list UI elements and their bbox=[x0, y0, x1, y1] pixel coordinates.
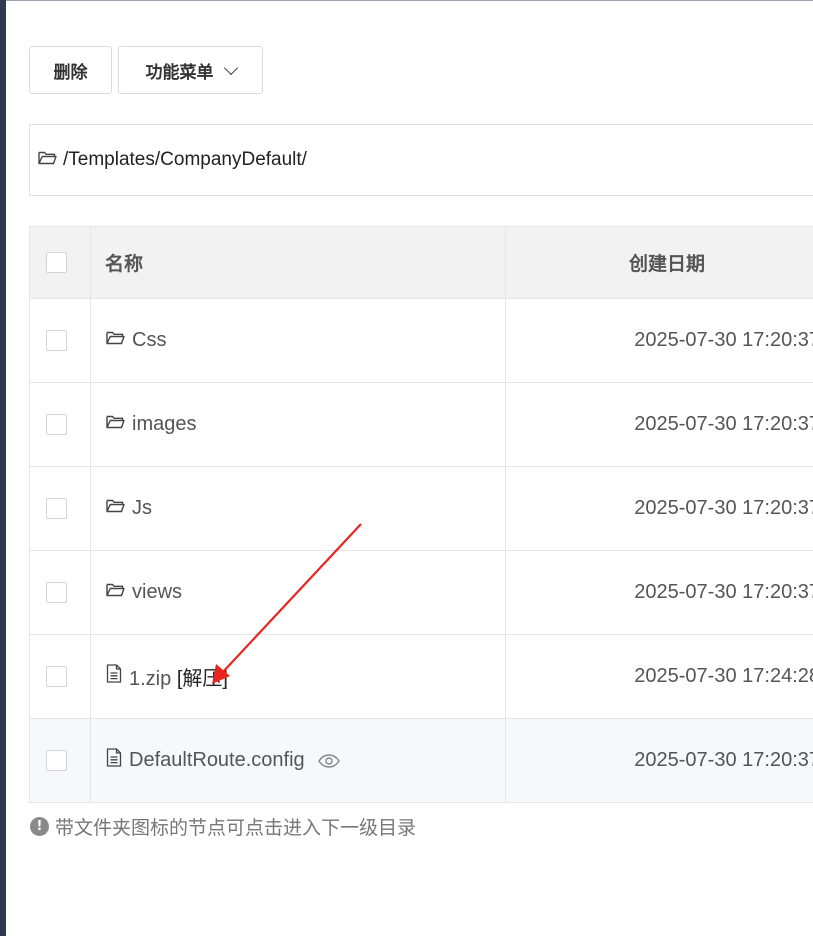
folder-link[interactable]: Css bbox=[132, 329, 166, 352]
name-cell: views bbox=[90, 550, 506, 635]
row-checkbox[interactable] bbox=[46, 666, 67, 687]
breadcrumb: /Templates/CompanyDefault/ bbox=[29, 124, 813, 196]
row-select-cell bbox=[29, 718, 91, 803]
file-name: 1.zip bbox=[129, 668, 172, 690]
folder-link[interactable]: images bbox=[132, 413, 196, 436]
name-cell: DefaultRoute.config bbox=[90, 718, 506, 803]
folder-open-icon bbox=[106, 413, 125, 436]
select-all-checkbox[interactable] bbox=[46, 252, 67, 273]
file-name: DefaultRoute.config bbox=[129, 749, 305, 771]
row-select-cell bbox=[29, 382, 91, 467]
row-checkbox[interactable] bbox=[46, 750, 67, 771]
header-name[interactable]: 名称 bbox=[90, 226, 506, 299]
table-row[interactable]: DefaultRoute.config 2025-07-30 17:20:37 bbox=[29, 718, 813, 803]
name-cell: images bbox=[90, 382, 506, 467]
created-date-cell: 2025-07-30 17:20:37 bbox=[505, 298, 813, 383]
file-text-icon bbox=[106, 664, 122, 689]
folder-open-icon bbox=[38, 150, 57, 171]
file-table: 名称 创建日期 Css 2025-07-30 17:20:37 images 2… bbox=[29, 226, 813, 803]
created-date-cell: 2025-07-30 17:24:28 bbox=[505, 634, 813, 719]
exclamation-circle-icon: ! bbox=[30, 817, 49, 836]
created-date-cell: 2025-07-30 17:20:37 bbox=[505, 382, 813, 467]
toolbar: 删除 功能菜单 bbox=[29, 46, 263, 94]
row-checkbox[interactable] bbox=[46, 330, 67, 351]
name-cell: 1.zip [解压] bbox=[90, 634, 506, 719]
table-row[interactable]: Js 2025-07-30 17:20:37 bbox=[29, 466, 813, 551]
top-divider bbox=[6, 0, 813, 1]
header-select-cell bbox=[29, 226, 91, 299]
file-text-icon bbox=[106, 748, 122, 773]
folder-open-icon bbox=[106, 581, 125, 604]
delete-button[interactable]: 删除 bbox=[29, 46, 112, 94]
current-path: /Templates/CompanyDefault/ bbox=[63, 149, 307, 170]
row-select-cell bbox=[29, 634, 91, 719]
created-date-cell: 2025-07-30 17:20:37 bbox=[505, 550, 813, 635]
created-date-cell: 2025-07-30 17:20:37 bbox=[505, 466, 813, 551]
folder-open-icon bbox=[106, 497, 125, 520]
table-row[interactable]: Css 2025-07-30 17:20:37 bbox=[29, 298, 813, 383]
name-cell: Js bbox=[90, 466, 506, 551]
table-row[interactable]: views 2025-07-30 17:20:37 bbox=[29, 550, 813, 635]
row-select-cell bbox=[29, 298, 91, 383]
chevron-down-icon bbox=[223, 60, 238, 75]
row-select-cell bbox=[29, 466, 91, 551]
folder-link[interactable]: views bbox=[132, 581, 182, 604]
row-checkbox[interactable] bbox=[46, 498, 67, 519]
row-checkbox[interactable] bbox=[46, 582, 67, 603]
row-checkbox[interactable] bbox=[46, 414, 67, 435]
name-cell: Css bbox=[90, 298, 506, 383]
table-header-row: 名称 创建日期 bbox=[29, 226, 813, 299]
header-created-date[interactable]: 创建日期 bbox=[505, 226, 813, 299]
function-menu-button[interactable]: 功能菜单 bbox=[118, 46, 263, 94]
folder-open-icon bbox=[106, 329, 125, 352]
left-edge-bar bbox=[0, 0, 6, 936]
hint-message: ! 带文件夹图标的节点可点击进入下一级目录 bbox=[30, 813, 416, 840]
row-select-cell bbox=[29, 550, 91, 635]
hint-text: 带文件夹图标的节点可点击进入下一级目录 bbox=[55, 817, 417, 839]
table-row[interactable]: 1.zip [解压] 2025-07-30 17:24:28 bbox=[29, 634, 813, 719]
eye-icon[interactable] bbox=[317, 753, 340, 768]
created-date-cell: 2025-07-30 17:20:37 bbox=[505, 718, 813, 803]
function-menu-label: 功能菜单 bbox=[145, 62, 214, 83]
table-row[interactable]: images 2025-07-30 17:20:37 bbox=[29, 382, 813, 467]
folder-link[interactable]: Js bbox=[132, 497, 152, 520]
unzip-link[interactable]: [解压] bbox=[177, 668, 228, 690]
